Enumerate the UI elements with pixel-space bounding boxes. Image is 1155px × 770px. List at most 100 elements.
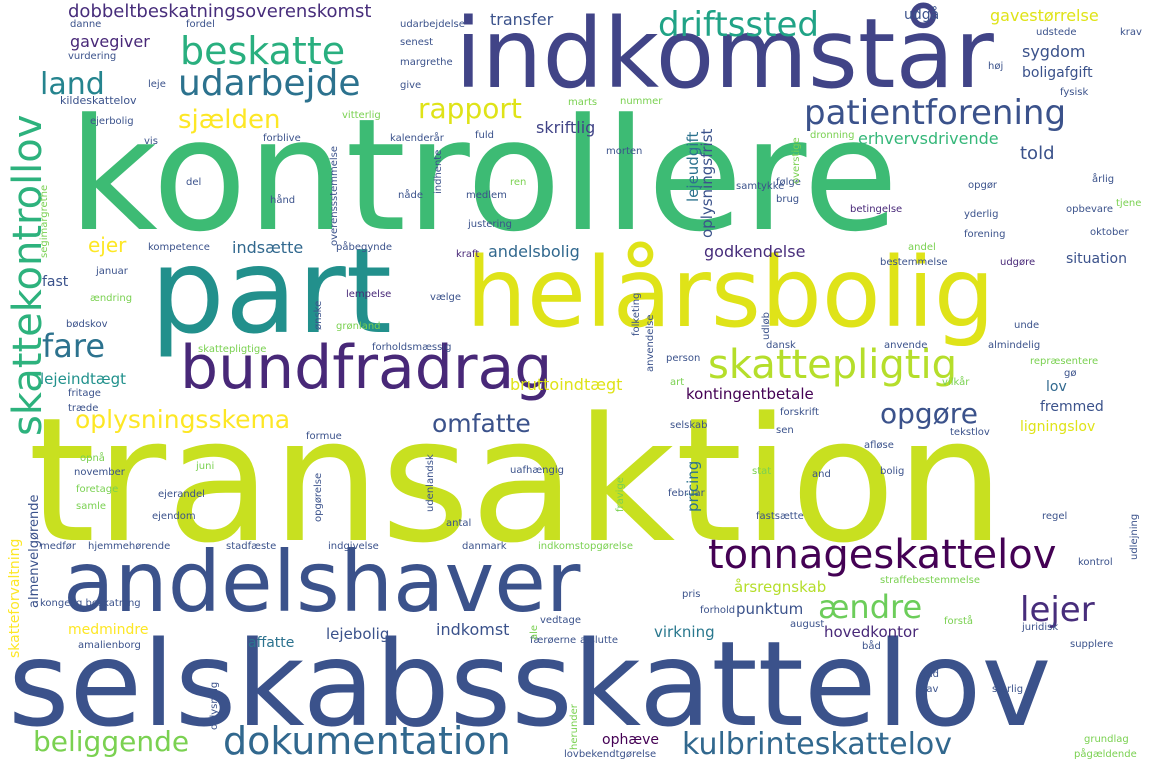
word: dansk	[766, 340, 796, 351]
word: boligafgift	[1022, 65, 1093, 81]
word: lejeudgift	[684, 131, 702, 202]
word: regel	[1042, 511, 1068, 522]
word: opgørelse	[313, 472, 324, 522]
word: forening	[964, 229, 1006, 240]
word: bruttoindtægt	[510, 375, 623, 394]
word: godkendelse	[704, 242, 806, 261]
word: foretage	[76, 484, 119, 495]
word: kildeskattelov	[60, 94, 137, 107]
word: anvende	[884, 340, 928, 351]
word: afslutte	[580, 635, 618, 646]
word: leje	[148, 79, 166, 90]
word: dobbeltbeskatningsoverenskomst	[68, 1, 372, 22]
word: indkomstopgørelse	[538, 541, 634, 552]
word: anvendelse	[645, 314, 656, 372]
word: ændring	[90, 293, 133, 304]
word: årsregnskab	[734, 578, 827, 596]
word: dronning	[810, 130, 855, 141]
word: lovbekendtgørelse	[564, 749, 657, 760]
word: herunder	[569, 704, 580, 750]
word: vedtage	[540, 615, 581, 626]
word: justering	[468, 219, 512, 230]
word: del	[186, 177, 202, 188]
word: uafhængig	[510, 465, 564, 476]
word: virkning	[654, 623, 715, 641]
word: andelshaver	[63, 533, 581, 631]
word: sygdom	[1022, 42, 1086, 61]
word: morten	[606, 146, 643, 157]
word: medfør	[40, 541, 76, 552]
word: overstige	[791, 137, 802, 184]
word: afløse	[864, 440, 894, 451]
word: skatteforvaltning	[7, 538, 23, 658]
word: oplysning	[209, 681, 220, 730]
word: overenssstemmelse	[329, 145, 340, 246]
word: opgøre	[880, 397, 978, 430]
word: andelsbolig	[488, 242, 580, 261]
word: marts	[568, 97, 598, 108]
word: erhvervsdrivende	[858, 129, 999, 148]
word: udarbejde	[178, 63, 361, 104]
word: fare	[42, 327, 106, 365]
word: pågældende	[1074, 749, 1137, 760]
word: udgå	[904, 7, 940, 23]
word: betingelse	[850, 204, 903, 215]
word: ønske	[313, 300, 324, 330]
word: kraft	[456, 249, 480, 260]
word: nåde	[398, 190, 423, 201]
word: dokumentation	[223, 719, 511, 763]
word: tonnageskattelov	[708, 532, 1057, 578]
word: lempelse	[346, 289, 392, 300]
word: person	[666, 353, 701, 364]
word: fysisk	[1060, 87, 1089, 98]
word: fast	[42, 274, 69, 290]
word: medmindre	[68, 622, 149, 638]
word: beliggende	[33, 725, 190, 758]
word: and	[812, 469, 831, 480]
word: fritage	[68, 388, 101, 399]
word: kulbrinteskattelov	[682, 727, 953, 762]
word: fravige	[615, 477, 626, 512]
word: unde	[1014, 320, 1040, 331]
word: udløb	[761, 312, 772, 340]
word: forblive	[263, 133, 301, 144]
word: kongelig beskatning	[40, 598, 141, 609]
word: forstå	[944, 616, 974, 627]
word: nummer	[620, 96, 663, 107]
word: supplere	[1070, 639, 1114, 650]
word: skattepligtig	[708, 342, 957, 388]
word: januar	[96, 266, 128, 277]
word: indsætte	[232, 238, 304, 257]
word: fastsætte	[756, 511, 804, 522]
word: ejerandel	[158, 489, 205, 500]
word: påbegynde	[336, 242, 393, 253]
word: told	[1020, 143, 1055, 164]
word: senest	[400, 37, 433, 48]
word: margrethe	[400, 57, 453, 68]
word: udgøre	[1000, 257, 1036, 268]
word: august	[790, 619, 825, 630]
word: hjemmehørende	[88, 541, 171, 552]
word: bødskov	[66, 319, 108, 330]
word: forskrift	[780, 407, 819, 418]
word: udarbejdelse	[400, 19, 465, 30]
word: punktum	[736, 600, 804, 618]
word: hånd	[270, 195, 296, 206]
word: samle	[76, 501, 107, 512]
word: indkomst	[436, 620, 510, 639]
word: folketing	[631, 292, 642, 336]
word: ejendom	[152, 511, 196, 522]
word: bolig	[880, 466, 905, 477]
word: kontingentbetale	[686, 385, 814, 403]
word: situation	[1066, 251, 1127, 267]
word: fordel	[186, 19, 215, 30]
word: kompetence	[148, 242, 210, 253]
word: ligningslov	[1020, 419, 1096, 435]
word: krav	[1120, 27, 1142, 38]
word: danmark	[462, 541, 507, 552]
word: udstede	[1036, 27, 1077, 38]
word: gud	[920, 669, 940, 680]
word: vis	[144, 136, 158, 147]
word: selskab	[670, 420, 708, 431]
word: give	[400, 80, 422, 91]
